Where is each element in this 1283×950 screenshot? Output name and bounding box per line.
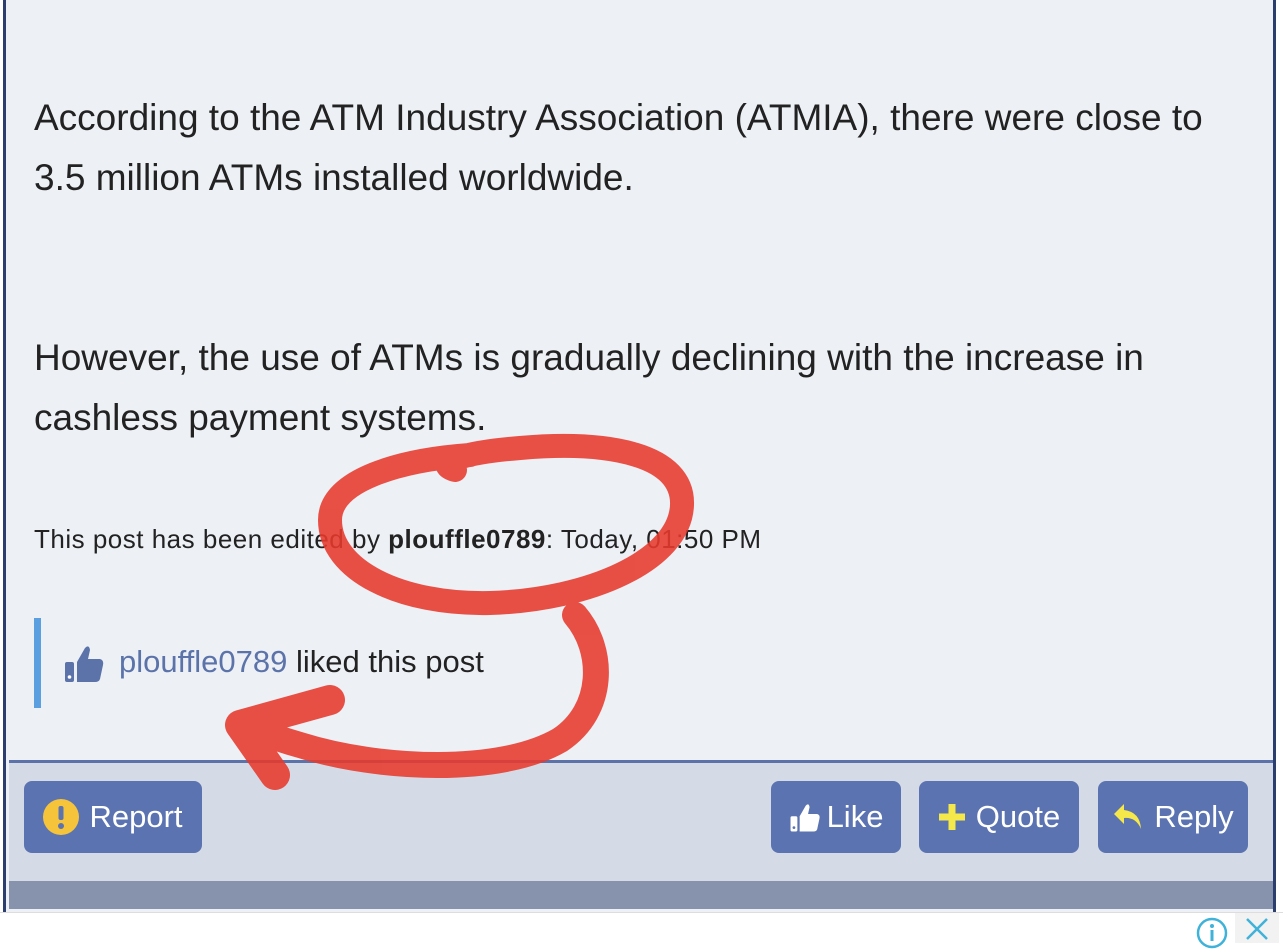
ad-banner-strip — [0, 912, 1283, 949]
quote-button[interactable]: Quote — [919, 781, 1079, 853]
thumbs-up-icon — [65, 646, 104, 682]
report-button-label: Report — [89, 799, 183, 834]
post-action-bar: Report Like Quote Reply — [9, 760, 1273, 881]
likes-suffix: liked this post — [287, 644, 484, 679]
like-button-label: Like — [826, 799, 884, 834]
edit-note: This post has been edited by plouffle078… — [34, 524, 762, 555]
likes-box: plouffle0789 liked this post — [34, 618, 641, 708]
thumbs-up-icon — [790, 804, 820, 832]
likes-text: plouffle0789 liked this post — [119, 644, 484, 680]
info-icon[interactable] — [1195, 916, 1229, 950]
reply-button[interactable]: Reply — [1098, 781, 1248, 853]
close-icon[interactable] — [1235, 913, 1279, 943]
post-footer-bar — [9, 881, 1273, 909]
reply-arrow-icon — [1114, 804, 1142, 829]
quote-button-label: Quote — [975, 799, 1061, 834]
exclamation-circle-icon — [43, 799, 80, 835]
plus-icon — [938, 804, 965, 830]
edit-note-suffix: : Today, 01:50 PM — [545, 524, 762, 554]
like-button[interactable]: Like — [771, 781, 901, 853]
post-container: According to the ATM Industry Associatio… — [3, 0, 1276, 912]
post-paragraph-1: According to the ATM Industry Associatio… — [34, 97, 1203, 198]
edit-note-editor[interactable]: plouffle0789 — [388, 524, 546, 554]
post-paragraph-2: However, the use of ATMs is gradually de… — [34, 337, 1144, 438]
report-button[interactable]: Report — [24, 781, 202, 853]
liker-username-link[interactable]: plouffle0789 — [119, 644, 287, 679]
edit-note-prefix: This post has been edited by — [34, 524, 389, 554]
reply-button-label: Reply — [1154, 799, 1234, 834]
